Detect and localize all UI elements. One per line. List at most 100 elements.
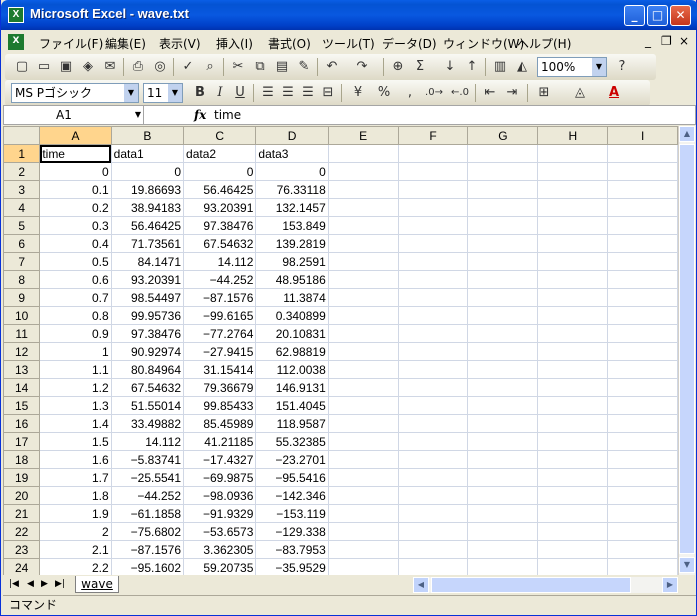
cell-g20[interactable] [467,486,539,505]
cell-f21[interactable] [397,504,469,523]
cell-c5[interactable]: 97.38476 [183,216,257,235]
cell-f18[interactable] [397,450,469,469]
cell-c1[interactable]: data2 [183,144,257,163]
cell-g24[interactable] [467,558,539,575]
cell-e16[interactable] [327,414,399,433]
sort-descending-icon[interactable]: ↑ [463,58,481,76]
cell-a12[interactable]: 1 [39,342,112,361]
cell-g17[interactable] [467,432,539,451]
cell-f4[interactable] [397,198,469,217]
cell-d3[interactable]: 76.33118 [255,180,329,199]
cell-i17[interactable] [607,432,678,451]
cell-e9[interactable] [327,288,399,307]
cell-a8[interactable]: 0.6 [39,270,112,289]
cell-b14[interactable]: 67.54632 [110,378,185,397]
cell-a23[interactable]: 2.1 [39,540,112,559]
cell-f14[interactable] [397,378,469,397]
cell-b1[interactable]: data1 [110,144,185,163]
row-header[interactable]: 4 [3,198,41,217]
cell-h5[interactable] [537,216,609,235]
cell-h1[interactable] [537,144,609,163]
research-icon[interactable]: ⌕ [201,58,219,76]
cell-a15[interactable]: 1.3 [39,396,112,415]
cell-i16[interactable] [607,414,678,433]
borders-icon[interactable]: ⊞ [535,84,553,102]
cell-c10[interactable]: −99.6165 [183,306,257,325]
cell-c2[interactable]: 0 [183,162,257,181]
cell-e6[interactable] [327,234,399,253]
cell-h14[interactable] [537,378,609,397]
row-header[interactable]: 2 [3,162,41,181]
cell-e1[interactable] [327,144,399,163]
cell-e15[interactable] [327,396,399,415]
cell-f6[interactable] [397,234,469,253]
cell-e24[interactable] [327,558,399,575]
cell-i12[interactable] [607,342,678,361]
cell-c11[interactable]: −77.2764 [183,324,257,343]
cell-i1[interactable] [607,144,678,163]
print-preview-icon[interactable]: ◎ [151,58,169,76]
zoom-select[interactable]: 100% ▼ [537,57,607,77]
cell-c24[interactable]: 59.20735 [183,558,257,575]
new-icon[interactable]: ▢ [13,58,31,76]
cell-f24[interactable] [397,558,469,575]
cell-d13[interactable]: 112.0038 [255,360,329,379]
cell-f8[interactable] [397,270,469,289]
row-header[interactable]: 11 [3,324,41,343]
cell-c8[interactable]: −44.252 [183,270,257,289]
horizontal-scroll-thumb[interactable] [431,577,631,593]
font-name-select[interactable]: MS Pゴシック ▼ [11,83,139,103]
cell-b5[interactable]: 56.46425 [110,216,185,235]
previous-sheet-icon[interactable]: ◀ [27,579,34,589]
cell-d9[interactable]: 11.3874 [255,288,329,307]
cell-a1[interactable]: time [39,144,112,163]
cell-f1[interactable] [397,144,469,163]
open-icon[interactable]: ▭ [35,58,53,76]
menu-tools[interactable]: ツール(T) [322,35,375,52]
cell-g15[interactable] [467,396,539,415]
cell-d21[interactable]: −153.119 [255,504,329,523]
increase-decimal-icon[interactable]: .0→ [425,84,443,102]
cell-a16[interactable]: 1.4 [39,414,112,433]
cell-b12[interactable]: 90.92974 [110,342,185,361]
cell-c19[interactable]: −69.9875 [183,468,257,487]
font-size-select[interactable]: 11 ▼ [143,83,183,103]
cell-e12[interactable] [327,342,399,361]
align-left-icon[interactable]: ☰ [259,84,277,102]
cell-b10[interactable]: 99.95736 [110,306,185,325]
column-header-e[interactable]: E [327,126,399,145]
row-header[interactable]: 10 [3,306,41,325]
cell-h12[interactable] [537,342,609,361]
cell-e17[interactable] [327,432,399,451]
cell-b4[interactable]: 38.94183 [110,198,185,217]
column-header-b[interactable]: B [110,126,185,145]
cell-i8[interactable] [607,270,678,289]
minimize-button[interactable]: _ [624,5,645,26]
row-header[interactable]: 14 [3,378,41,397]
cell-g5[interactable] [467,216,539,235]
cell-h11[interactable] [537,324,609,343]
redo-icon[interactable]: ↷ [353,58,371,76]
document-icon[interactable]: X [8,34,24,50]
cell-f10[interactable] [397,306,469,325]
cell-h8[interactable] [537,270,609,289]
cell-f9[interactable] [397,288,469,307]
row-header[interactable]: 1 [3,144,41,163]
cell-e18[interactable] [327,450,399,469]
cell-i23[interactable] [607,540,678,559]
cell-i22[interactable] [607,522,678,541]
cell-h15[interactable] [537,396,609,415]
select-all-corner[interactable] [3,126,41,145]
cell-d17[interactable]: 55.32385 [255,432,329,451]
cell-h18[interactable] [537,450,609,469]
row-header[interactable]: 21 [3,504,41,523]
currency-icon[interactable]: ¥ [349,84,367,102]
menu-view[interactable]: 表示(V) [159,35,201,52]
menu-insert[interactable]: 挿入(I) [216,35,253,52]
cell-f5[interactable] [397,216,469,235]
close-button[interactable]: ✕ [670,5,691,26]
next-sheet-icon[interactable]: ▶ [41,579,48,589]
cell-g21[interactable] [467,504,539,523]
cell-g14[interactable] [467,378,539,397]
cell-g6[interactable] [467,234,539,253]
